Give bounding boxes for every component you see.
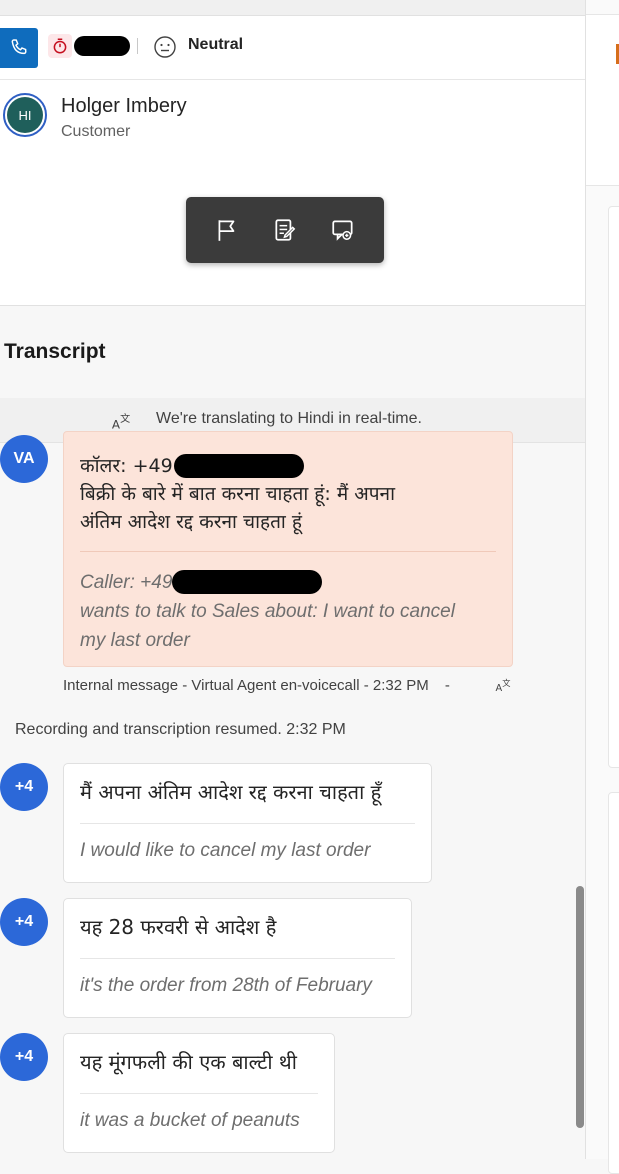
top-strip (0, 0, 585, 16)
svg-text:文: 文 (120, 412, 130, 425)
internal-message-meta: Internal message - Virtual Agent en-voic… (63, 677, 450, 694)
message-original: यह 28 फरवरी से आदेश है (80, 915, 277, 939)
internal-message-card: कॉलर: +49 बिक्री के बारे में बात करना चा… (63, 431, 513, 667)
transcript-message: यह मूंगफली की एक बाल्टी थी it was a buck… (63, 1033, 335, 1153)
participant-badge: +4 (0, 898, 48, 946)
participant-badge: +4 (0, 763, 48, 811)
transcript-message: मैं अपना अंतिम आदेश रद्द करना चाहता हूँ … (63, 763, 432, 883)
customer-name[interactable]: Holger Imbery (61, 95, 187, 118)
message-original: मैं अपना अंतिम आदेश रद्द करना चाहता हूँ (80, 780, 382, 804)
original-text-line-2: बिक्री के बारे में बात करना चाहता हूं: म… (80, 483, 396, 505)
translate-icon: A 文 (112, 412, 130, 431)
consult-button[interactable] (325, 212, 361, 248)
customer-panel: HI Holger Imbery Customer (0, 80, 585, 306)
message-original: यह मूंगफली की एक बाल्टी थी (80, 1050, 297, 1074)
transcript-message: यह 28 फरवरी से आदेश है it's the order fr… (63, 898, 412, 1018)
meta-dash: - (444, 677, 450, 694)
phone-button[interactable] (0, 28, 38, 68)
avatar[interactable]: HI (3, 93, 47, 137)
meta-text: Internal message - Virtual Agent en-voic… (63, 677, 429, 694)
svg-text:文: 文 (502, 678, 510, 688)
virtual-agent-badge: VA (0, 435, 48, 483)
card-divider (80, 551, 496, 552)
translated-text-line-2: wants to talk to Sales about: I want to … (80, 601, 455, 622)
redacted-phone-number-translated (172, 570, 322, 594)
right-pane-header (586, 14, 619, 186)
message-divider (80, 1093, 318, 1094)
redacted-phone-number (174, 454, 304, 478)
transcript-title: Transcript (4, 340, 106, 363)
conversation-pane: Neutral HI Holger Imbery Customer Transc… (0, 0, 585, 1159)
scrollbar-thumb[interactable] (576, 886, 584, 1128)
redacted-call-timer (74, 36, 130, 56)
right-pane-card (608, 792, 619, 1174)
message-divider (80, 958, 395, 959)
original-text-line-3: अंतिम आदेश रद्द करना चाहता हूं (80, 511, 302, 533)
sentiment-label: Neutral (188, 36, 244, 53)
avatar-initials: HI (7, 97, 43, 133)
translation-banner-text: We're translating to Hindi in real-time. (156, 410, 422, 427)
message-translation: I would like to cancel my last order (80, 840, 371, 861)
call-bar: Neutral (0, 16, 585, 80)
translated-text-line-3: my last order (80, 630, 190, 651)
message-divider (80, 823, 415, 824)
flag-icon (218, 220, 235, 241)
flag-button[interactable] (209, 212, 245, 248)
message-translation: it's the order from 28th of February (80, 975, 372, 996)
stopwatch-icon (48, 34, 72, 58)
neutral-face-icon (154, 36, 176, 58)
customer-role: Customer (61, 123, 131, 140)
translated-caller-line: Caller: +49 (80, 572, 173, 593)
original-caller-line: कॉलर: +49 (80, 455, 173, 477)
divider (137, 38, 138, 54)
participant-badge: +4 (0, 1033, 48, 1081)
notes-icon (275, 219, 296, 241)
recording-status: Recording and transcription resumed. 2:3… (15, 721, 346, 738)
svg-text:A: A (496, 683, 503, 694)
consult-icon (332, 220, 353, 241)
translate-icon[interactable]: A 文 (494, 676, 512, 694)
phone-icon (11, 39, 27, 55)
floating-toolbar (186, 197, 384, 263)
right-pane-card (608, 206, 619, 768)
notes-button[interactable] (267, 212, 303, 248)
message-translation: it was a bucket of peanuts (80, 1110, 300, 1131)
